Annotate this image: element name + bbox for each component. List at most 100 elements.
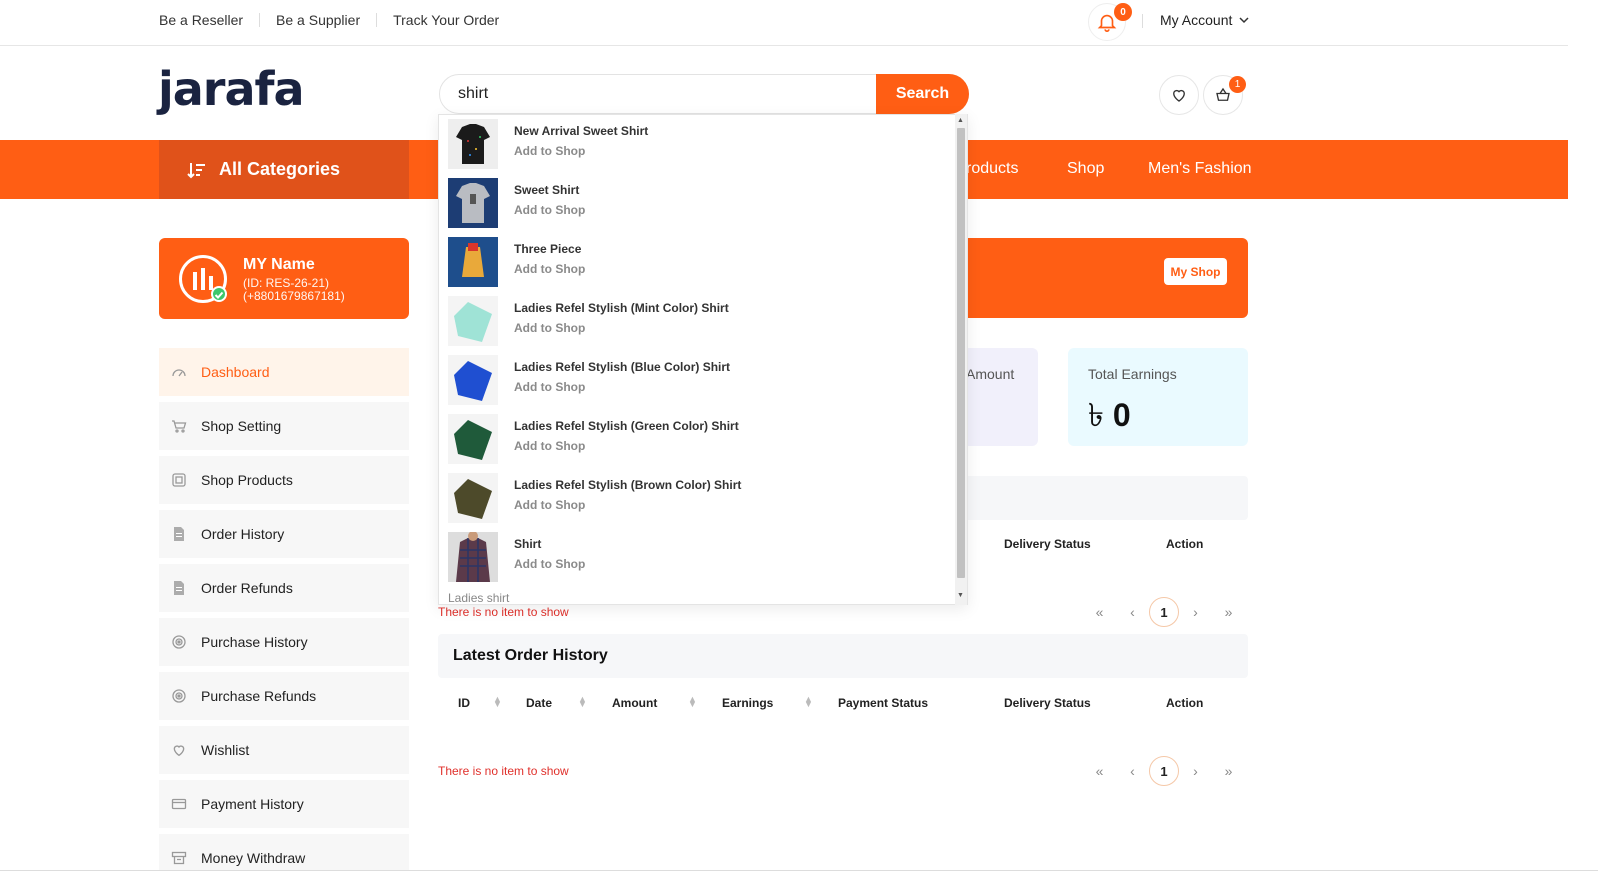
top-utility-bar: Be a Reseller Be a Supplier Track Your O…	[0, 0, 1568, 46]
last-page-button[interactable]: »	[1212, 756, 1245, 786]
add-to-shop-link[interactable]: Add to Shop	[514, 439, 585, 453]
scroll-down-icon[interactable]: ▼	[957, 592, 964, 599]
sort-icon[interactable]: ▲ ▼	[804, 695, 813, 709]
suggestion-item[interactable]: Ladies Refel Stylish (Mint Color) Shirt …	[448, 296, 948, 346]
empty-message: There is no item to show	[438, 764, 569, 778]
nav-link-shop[interactable]: Shop	[1067, 160, 1104, 178]
suggestion-item[interactable]: Three Piece Add to Shop	[448, 237, 948, 287]
sidebar-item-label: Shop Products	[201, 472, 293, 488]
column-header-delivery-status[interactable]: Delivery Status	[1004, 696, 1091, 710]
sort-icon[interactable]: ▲ ▼	[493, 695, 502, 709]
sidebar-item-label: Order History	[201, 526, 285, 542]
track-order-link[interactable]: Track Your Order	[393, 12, 499, 28]
stat-label: Amount	[966, 366, 1015, 382]
current-page[interactable]: 1	[1149, 597, 1179, 627]
product-thumbnail	[448, 296, 498, 346]
my-account-menu[interactable]: My Account	[1160, 12, 1250, 28]
sidebar-item-shop-setting[interactable]: Shop Setting	[159, 402, 409, 450]
stat-label: Total Earnings	[1088, 366, 1177, 382]
account-label: My Account	[1160, 12, 1233, 28]
site-logo[interactable]: jarafa	[158, 66, 305, 112]
card-icon	[171, 796, 187, 812]
product-thumbnail	[448, 473, 498, 523]
sidebar-item-order-history[interactable]: Order History	[159, 510, 409, 558]
logo-text: jarafa	[158, 62, 305, 116]
product-thumbnail	[448, 178, 498, 228]
nav-link-products[interactable]: roducts	[966, 160, 1018, 178]
scroll-thumb[interactable]	[957, 128, 965, 578]
box-icon	[171, 472, 187, 488]
target-icon	[171, 634, 187, 650]
heart-icon	[1173, 89, 1185, 102]
product-name: Ladies Refel Stylish (Brown Color) Shirt	[514, 478, 742, 492]
next-page-button[interactable]: ›	[1179, 756, 1212, 786]
product-thumbnail	[448, 119, 498, 169]
column-header-amount[interactable]: Amount	[612, 696, 657, 710]
prev-page-button[interactable]: ‹	[1116, 597, 1149, 627]
nav-link-mens-fashion[interactable]: Men's Fashion	[1148, 160, 1252, 178]
column-header-id[interactable]: ID	[458, 696, 470, 710]
add-to-shop-link[interactable]: Add to Shop	[514, 321, 585, 335]
search-input[interactable]	[458, 75, 868, 113]
column-header-date[interactable]: Date	[526, 696, 552, 710]
suggestion-item[interactable]: Ladies Refel Stylish (Green Color) Shirt…	[448, 414, 948, 464]
add-to-shop-link[interactable]: Add to Shop	[514, 498, 585, 512]
product-thumbnail	[448, 355, 498, 405]
add-to-shop-link[interactable]: Add to Shop	[514, 380, 585, 394]
my-shop-button[interactable]: My Shop	[1164, 258, 1227, 285]
add-to-shop-link[interactable]: Add to Shop	[514, 203, 585, 217]
search-suggestions-dropdown: New Arrival Sweet Shirt Add to Shop Swee…	[438, 114, 968, 605]
sort-icon[interactable]: ▲ ▼	[578, 695, 587, 709]
top-links: Be a Reseller Be a Supplier Track Your O…	[159, 12, 499, 28]
currency-symbol: ৳	[1088, 397, 1104, 433]
suggestion-text[interactable]: Ladies shirt	[448, 591, 509, 604]
column-header-delivery-status[interactable]: Delivery Status	[1004, 537, 1091, 551]
add-to-shop-link[interactable]: Add to Shop	[514, 557, 585, 571]
sidebar-item-purchase-refunds[interactable]: Purchase Refunds	[159, 672, 409, 720]
suggestion-item[interactable]: Ladies Refel Stylish (Blue Color) Shirt …	[448, 355, 948, 405]
sidebar-item-purchase-history[interactable]: Purchase History	[159, 618, 409, 666]
search-button[interactable]: Search	[876, 74, 969, 114]
sidebar-item-dashboard[interactable]: Dashboard	[159, 348, 409, 396]
add-to-shop-link[interactable]: Add to Shop	[514, 262, 585, 276]
suggestion-item[interactable]: New Arrival Sweet Shirt Add to Shop	[448, 119, 948, 169]
suggestion-item[interactable]: Ladies Refel Stylish (Brown Color) Shirt…	[448, 473, 948, 523]
wishlist-button[interactable]	[1159, 75, 1199, 115]
next-page-button[interactable]: ›	[1179, 597, 1212, 627]
sidebar-item-payment-history[interactable]: Payment History	[159, 780, 409, 828]
column-header-payment-status[interactable]: Payment Status	[838, 696, 928, 710]
first-page-button[interactable]: «	[1083, 597, 1116, 627]
sidebar-item-label: Shop Setting	[201, 418, 282, 434]
sort-icon[interactable]: ▲ ▼	[688, 695, 697, 709]
profile-phone: (+8801679867181)	[243, 289, 345, 303]
supplier-link[interactable]: Be a Supplier	[276, 12, 360, 28]
first-page-button[interactable]: «	[1083, 756, 1116, 786]
sidebar-item-order-refunds[interactable]: Order Refunds	[159, 564, 409, 612]
add-to-shop-link[interactable]: Add to Shop	[514, 144, 585, 158]
product-name: Shirt	[514, 537, 542, 551]
cart-icon	[171, 418, 187, 434]
all-categories-button[interactable]: All Categories	[159, 140, 409, 199]
sidebar-item-shop-products[interactable]: Shop Products	[159, 456, 409, 504]
cart-count: 1	[1229, 76, 1246, 93]
dropdown-scrollbar[interactable]: ▲ ▼	[955, 114, 967, 605]
product-name: Ladies Refel Stylish (Mint Color) Shirt	[514, 301, 729, 315]
sort-list-icon	[187, 162, 205, 178]
scroll-up-icon[interactable]: ▲	[957, 117, 964, 124]
suggestion-item[interactable]: Shirt Add to Shop	[448, 531, 948, 582]
earnings-value: 0	[1112, 397, 1131, 433]
suggestion-item[interactable]: Sweet Shirt Add to Shop	[448, 178, 948, 228]
column-header-earnings[interactable]: Earnings	[722, 696, 773, 710]
product-thumbnail	[448, 531, 498, 582]
divider	[376, 13, 378, 27]
current-page[interactable]: 1	[1149, 756, 1179, 786]
product-thumbnail	[448, 237, 498, 287]
sidebar-item-label: Wishlist	[201, 742, 250, 758]
prev-page-button[interactable]: ‹	[1116, 756, 1149, 786]
sidebar-item-wishlist[interactable]: Wishlist	[159, 726, 409, 774]
product-thumbnail	[448, 414, 498, 464]
reseller-link[interactable]: Be a Reseller	[159, 12, 243, 28]
last-page-button[interactable]: »	[1212, 597, 1245, 627]
search-bar: Search	[439, 74, 969, 114]
sidebar-item-label: Payment History	[201, 796, 304, 812]
